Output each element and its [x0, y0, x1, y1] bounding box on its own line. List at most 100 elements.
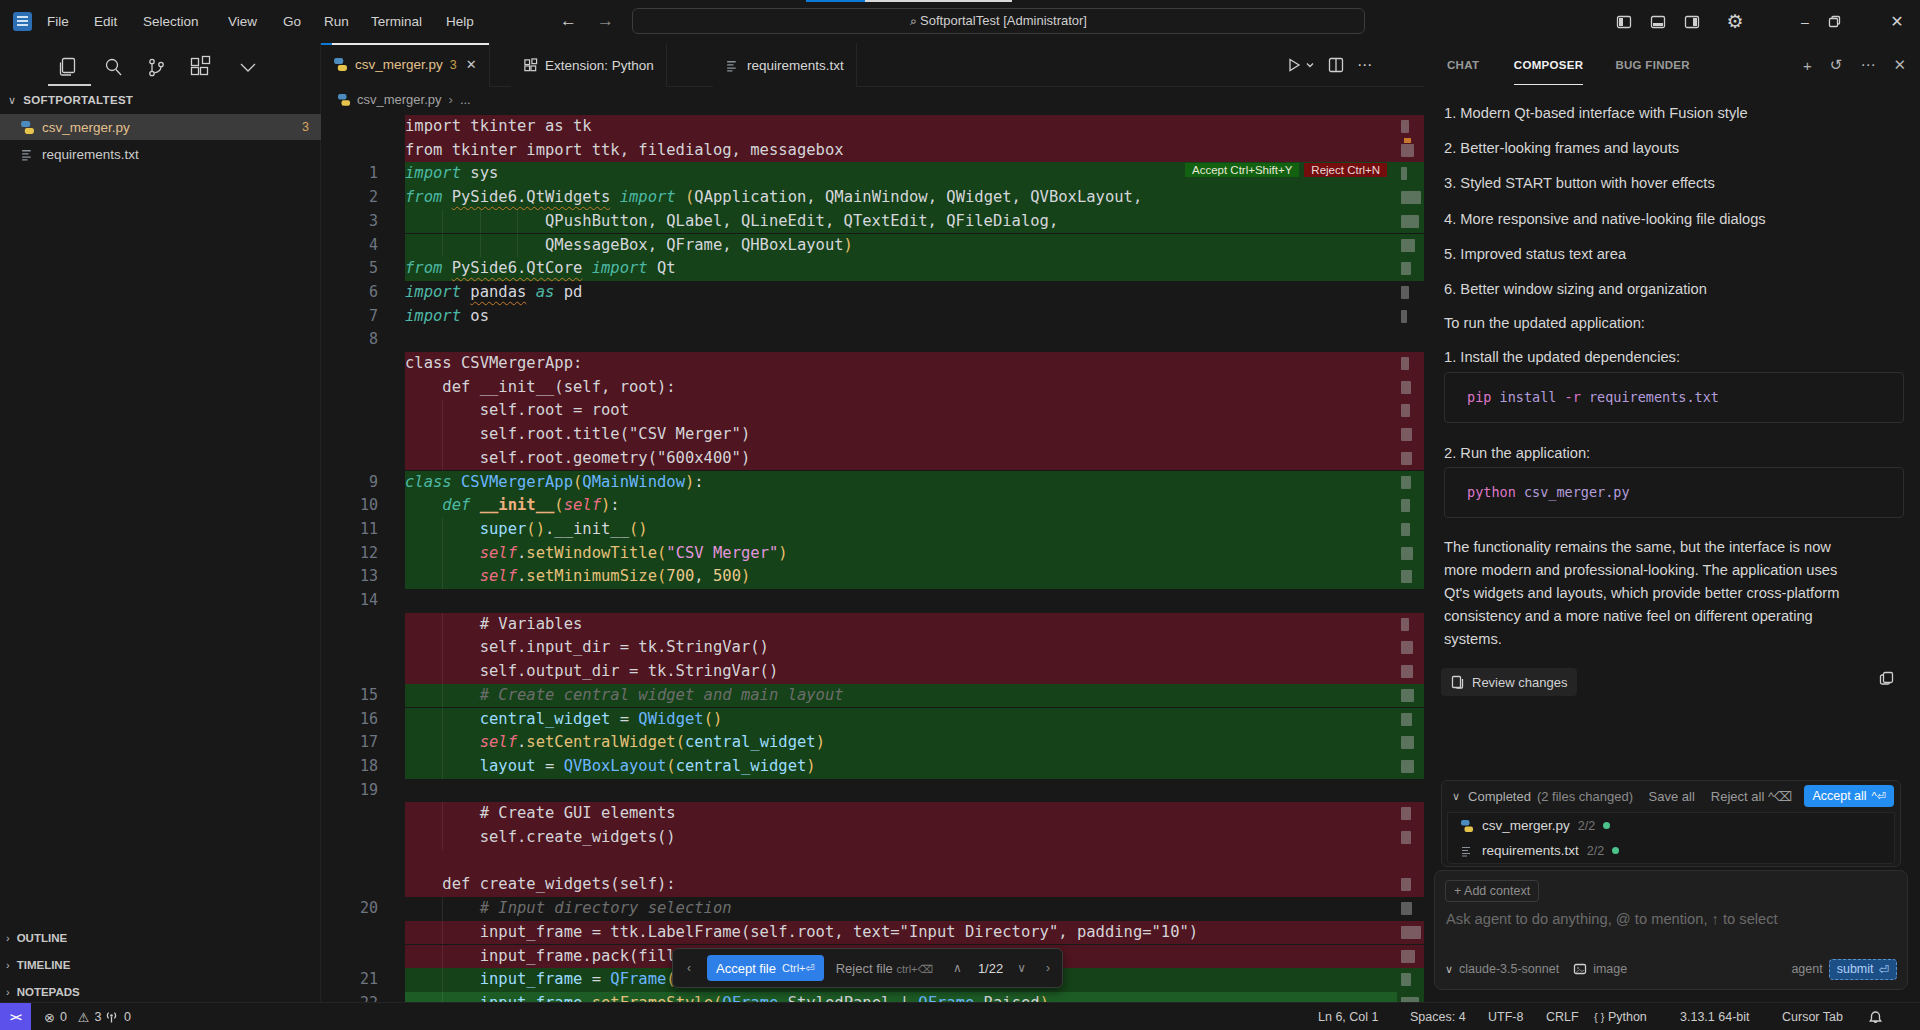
next-diff-chevron[interactable]: ∨: [1017, 961, 1026, 975]
image-icon[interactable]: [1573, 962, 1587, 976]
code-block-pip-install[interactable]: pip install -r requirements.txt: [1444, 372, 1904, 423]
code-line[interactable]: # Variables: [321, 613, 1424, 637]
changed-file-requirements.txt[interactable]: requirements.txt2/2: [1448, 838, 1894, 863]
project-root-header[interactable]: ∨ SOFTPORTALTEST: [8, 94, 308, 114]
code-line[interactable]: import tkinter as tk: [321, 115, 1424, 139]
tab-extension-python[interactable]: Extension: Python: [511, 43, 667, 87]
tab-close-icon[interactable]: ✕: [466, 57, 477, 72]
code-line[interactable]: from tkinter import ttk, filedialog, mes…: [321, 139, 1424, 163]
code-line[interactable]: 16 central_widget = QWidget(): [321, 708, 1424, 732]
tab-csv-merger-py[interactable]: csv_merger.py3✕: [321, 43, 490, 87]
cursor-tab-indicator[interactable]: Cursor Tab: [1782, 1003, 1843, 1030]
split-editor-icon[interactable]: [1328, 57, 1344, 73]
editor-more-actions-icon[interactable]: ⋯: [1357, 56, 1373, 74]
copy-icon[interactable]: [1879, 671, 1894, 686]
save-all-button[interactable]: Save all: [1649, 789, 1695, 804]
submit-button[interactable]: submit⏎: [1829, 959, 1897, 980]
command-center-search[interactable]: ⌕ SoftportalTest [Administrator]: [632, 8, 1365, 34]
accept-all-button[interactable]: Accept all^⏎: [1804, 785, 1894, 807]
code-line[interactable]: 5from PySide6.QtCore import Qt: [321, 257, 1424, 281]
reject-all-button[interactable]: Reject all ^⌫: [1711, 789, 1793, 804]
breadcrumb[interactable]: csv_merger.py › ...: [321, 87, 1424, 112]
file-tree-item-requirements.txt[interactable]: requirements.txt: [0, 142, 321, 168]
new-composer-icon[interactable]: +: [1803, 57, 1812, 74]
review-changes-button[interactable]: Review changes: [1441, 668, 1577, 696]
code-line[interactable]: def __init__(self, root):: [321, 376, 1424, 400]
language-mode[interactable]: { } Python: [1594, 1003, 1647, 1030]
file-tree-item-csv_merger.py[interactable]: csv_merger.py3: [0, 114, 321, 140]
code-line[interactable]: 8: [321, 328, 1424, 352]
settings-gear-icon[interactable]: ⚙: [1718, 10, 1752, 33]
menu-go[interactable]: Go: [274, 0, 310, 43]
menu-edit[interactable]: Edit: [85, 0, 126, 43]
composer-tab-chat[interactable]: CHAT: [1447, 43, 1479, 87]
code-line[interactable]: # Create GUI elements: [321, 802, 1424, 826]
code-line[interactable]: 2from PySide6.QtWidgets import (QApplica…: [321, 186, 1424, 210]
run-button[interactable]: [1286, 57, 1315, 73]
toggle-panel-icon[interactable]: [1650, 14, 1684, 30]
next-file-chevron[interactable]: ›: [1046, 961, 1050, 975]
code-line[interactable]: 6import pandas as pd: [321, 281, 1424, 305]
explorer-icon[interactable]: [55, 55, 81, 81]
code-line[interactable]: 17 self.setCentralWidget(central_widget): [321, 731, 1424, 755]
composer-input-box[interactable]: + Add context Ask agent to do anything, …: [1434, 870, 1908, 990]
search-icon[interactable]: [101, 55, 127, 81]
image-label[interactable]: image: [1593, 962, 1627, 976]
tab-requirements-txt[interactable]: requirements.txt: [713, 43, 857, 87]
notifications-bell-icon[interactable]: [1868, 1003, 1883, 1030]
indentation[interactable]: Spaces: 4: [1410, 1003, 1466, 1030]
reject-file-button[interactable]: Reject file ctrl+⌫: [836, 961, 933, 976]
code-line[interactable]: 12 self.setWindowTitle("CSV Merger"): [321, 542, 1424, 566]
code-line[interactable]: 14: [321, 589, 1424, 613]
eol-sequence[interactable]: CRLF: [1546, 1003, 1579, 1030]
encoding[interactable]: UTF-8: [1488, 1003, 1523, 1030]
sidebar-section-outline[interactable]: ›OUTLINE: [6, 925, 316, 950]
code-line[interactable]: [321, 850, 1424, 874]
problems-indicator[interactable]: ⊗0 ⚠3: [44, 1003, 101, 1030]
extensions-icon[interactable]: [187, 55, 213, 81]
completed-chevron[interactable]: ∨: [1452, 790, 1460, 803]
changed-file-csv_merger.py[interactable]: csv_merger.py2/2: [1448, 813, 1894, 838]
sidebar-section-timeline[interactable]: ›TIMELINE: [6, 952, 316, 977]
code-line[interactable]: 15 # Create central widget and main layo…: [321, 684, 1424, 708]
code-line[interactable]: self.root.title("CSV Merger"): [321, 423, 1424, 447]
history-icon[interactable]: ↺: [1830, 56, 1843, 74]
menu-terminal[interactable]: Terminal: [362, 0, 431, 43]
code-line[interactable]: self.output_dir = tk.StringVar(): [321, 660, 1424, 684]
prev-diff-chevron[interactable]: ∧: [953, 961, 962, 975]
close-button[interactable]: ✕: [1874, 12, 1920, 31]
breadcrumb-file[interactable]: csv_merger.py: [357, 92, 442, 107]
code-line[interactable]: self.input_dir = tk.StringVar(): [321, 636, 1424, 660]
code-line[interactable]: self.create_widgets(): [321, 826, 1424, 850]
composer-tab-composer[interactable]: COMPOSER: [1514, 43, 1584, 85]
code-line[interactable]: 3 QPushButton, QLabel, QLineEdit, QTextE…: [321, 210, 1424, 234]
close-panel-icon[interactable]: ✕: [1893, 56, 1906, 74]
nav-forward-icon[interactable]: →: [597, 0, 614, 43]
code-line[interactable]: class CSVMergerApp:: [321, 352, 1424, 376]
code-line[interactable]: input_frame = ttk.LabelFrame(self.root, …: [321, 921, 1424, 945]
add-context-button[interactable]: + Add context: [1445, 880, 1539, 902]
diff-accept-badge[interactable]: Accept Ctrl+Shift+Y: [1185, 163, 1299, 177]
code-line[interactable]: def create_widgets(self):: [321, 873, 1424, 897]
nav-back-icon[interactable]: ←: [560, 0, 577, 43]
ports-indicator[interactable]: 0: [104, 1003, 131, 1030]
python-version[interactable]: 3.13.1 64-bit: [1680, 1003, 1750, 1030]
code-line[interactable]: 13 self.setMinimumSize(700, 500): [321, 565, 1424, 589]
composer-tab-bug-finder[interactable]: BUG FINDER: [1615, 43, 1690, 87]
views-more-icon[interactable]: [237, 60, 263, 86]
accept-file-button[interactable]: Accept fileCtrl+⏎: [707, 955, 824, 981]
code-line[interactable]: 11 super().__init__(): [321, 518, 1424, 542]
code-block-python-run[interactable]: python csv_merger.py: [1444, 467, 1904, 518]
cursor-position[interactable]: Ln 6, Col 1: [1318, 1003, 1378, 1030]
code-line[interactable]: 4 QMessageBox, QFrame, QHBoxLayout): [321, 234, 1424, 258]
code-line[interactable]: 18 layout = QVBoxLayout(central_widget): [321, 755, 1424, 779]
code-line[interactable]: 20 # Input directory selection: [321, 897, 1424, 921]
code-line[interactable]: 19: [321, 779, 1424, 803]
sidebar-section-notepads[interactable]: ›NOTEPADS: [6, 979, 316, 1004]
toggle-secondary-sidebar-icon[interactable]: [1684, 14, 1718, 30]
prev-file-chevron[interactable]: ‹: [687, 961, 691, 975]
code-line[interactable]: self.root.geometry("600x400"): [321, 447, 1424, 471]
menu-file[interactable]: File: [38, 0, 78, 43]
restore-button[interactable]: [1828, 15, 1874, 28]
toggle-sidebar-icon[interactable]: [1616, 14, 1650, 30]
